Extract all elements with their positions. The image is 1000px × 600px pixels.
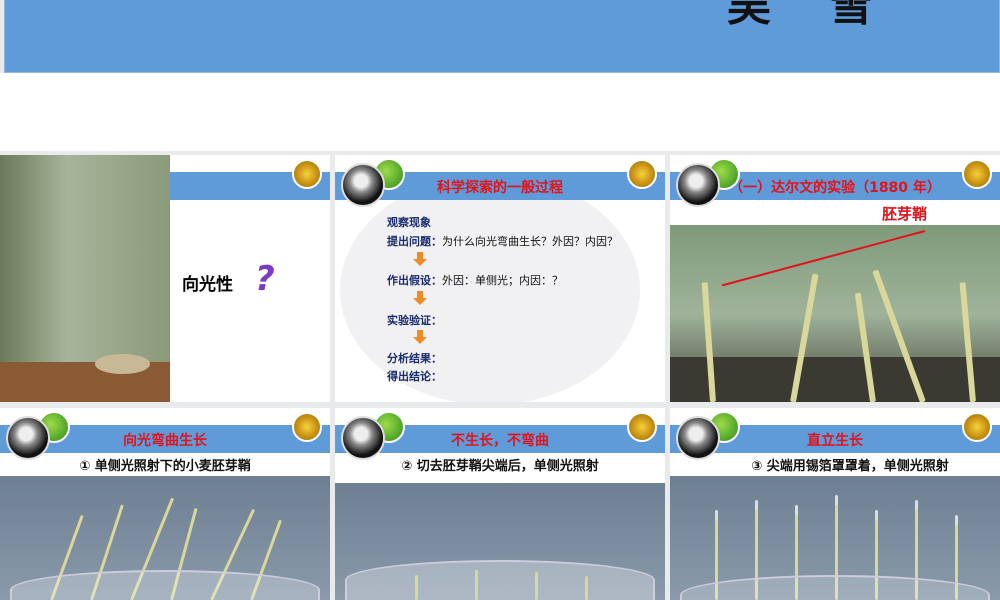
step-question: 提出问题：为什么向光弯曲生长？外因？内因？ bbox=[387, 235, 618, 248]
darwin-experiment-photo bbox=[670, 225, 1000, 402]
corn-icon bbox=[627, 159, 657, 189]
step-analyze: 分析结果： bbox=[387, 352, 442, 365]
step-observe: 观察现象 bbox=[387, 216, 431, 229]
corn-icon bbox=[962, 159, 992, 189]
slide-thumbnail-2[interactable]: 科学探索的一般过程 观察现象 提出问题：为什么向光弯曲生长？外因？内因？ 作出假… bbox=[335, 155, 665, 402]
plant-photo bbox=[0, 155, 170, 402]
corn-icon bbox=[292, 412, 322, 442]
corn-icon bbox=[627, 412, 657, 442]
bent-seedlings-photo bbox=[0, 476, 330, 600]
arrow-down-icon bbox=[413, 330, 427, 344]
title-banner: 吴雪 bbox=[4, 0, 1000, 73]
slide-thumbnail-4[interactable]: 向光弯曲生长 ① 单侧光照射下的小麦胚芽鞘 bbox=[0, 408, 330, 600]
phototropism-label: 向光性 bbox=[182, 275, 233, 295]
step-experiment: 实验验证： bbox=[387, 314, 442, 327]
arrow-down-icon bbox=[413, 252, 427, 266]
slide-thumbnail-3[interactable]: （一）达尔文的实验（1880 年） 胚芽鞘 bbox=[670, 155, 1000, 402]
dandelion-icon bbox=[341, 163, 385, 207]
author-name: 吴雪 bbox=[727, 0, 931, 31]
dandelion-icon bbox=[6, 416, 50, 460]
question-mark-icon: ? bbox=[255, 259, 275, 299]
slide-thumbnail-6[interactable]: 直立生长 ③ 尖端用锡箔罩罩着，单侧光照射 bbox=[670, 408, 1000, 600]
step-conclude: 得出结论： bbox=[387, 370, 442, 383]
step-hypothesis: 作出假设：外因：单侧光；内因：？ bbox=[387, 274, 563, 287]
dandelion-icon bbox=[676, 416, 720, 460]
coleoptile-label: 胚芽鞘 bbox=[882, 205, 928, 223]
slide-thumbnail-5[interactable]: 不生长，不弯曲 ② 切去胚芽鞘尖端后，单侧光照射 bbox=[335, 408, 665, 600]
dandelion-icon bbox=[676, 163, 720, 207]
blank-area bbox=[0, 73, 1000, 151]
dandelion-icon bbox=[341, 416, 385, 460]
arrow-down-icon bbox=[413, 291, 427, 305]
slide-caption: ② 切去胚芽鞘尖端后，单侧光照射 bbox=[401, 459, 599, 474]
corn-icon bbox=[962, 412, 992, 442]
slide-thumbnail-1[interactable]: 向光性 ? bbox=[0, 155, 330, 402]
foil-capped-seedlings-photo bbox=[670, 476, 1000, 600]
slide-caption: ① 单侧光照射下的小麦胚芽鞘 bbox=[79, 459, 251, 474]
cut-seedlings-photo bbox=[335, 483, 665, 600]
slide-caption: ③ 尖端用锡箔罩罩着，单侧光照射 bbox=[751, 459, 949, 474]
